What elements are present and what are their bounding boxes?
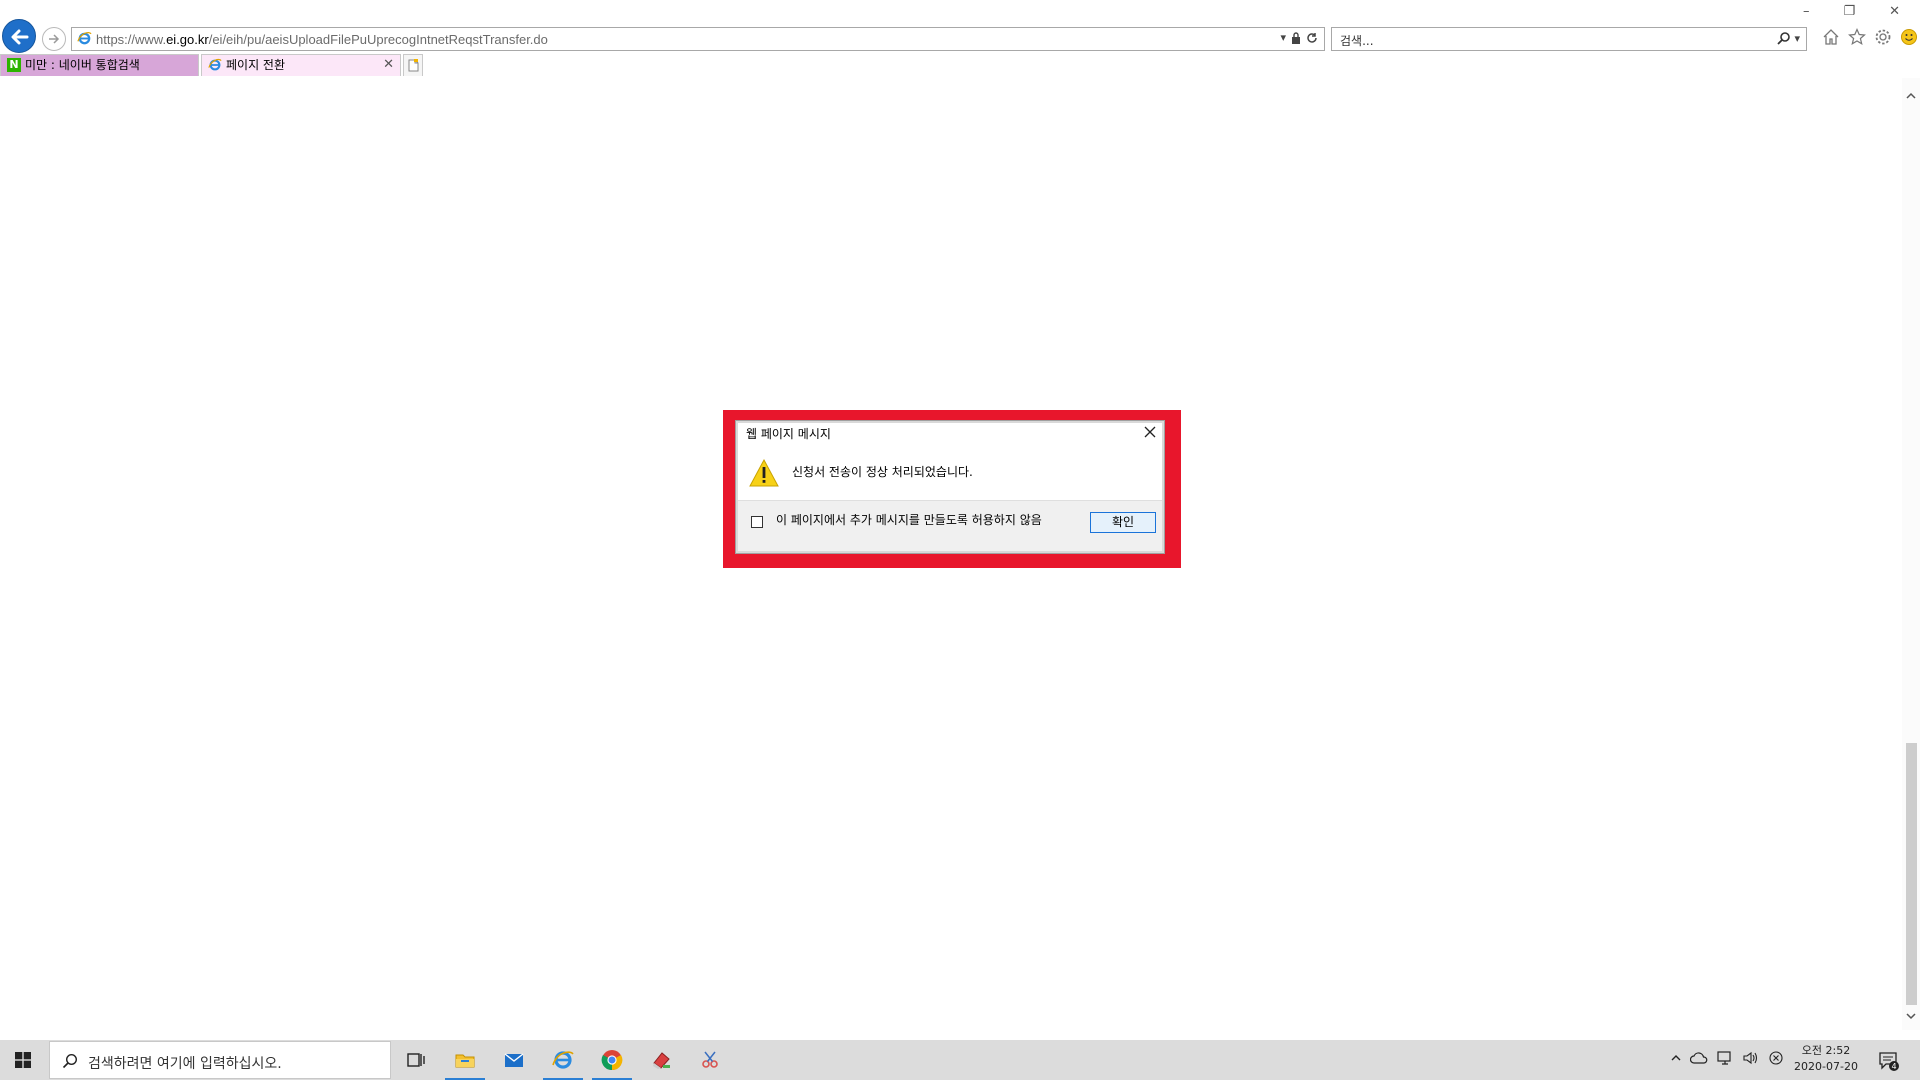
internet-explorer-icon [552, 1051, 574, 1069]
chevron-up-icon[interactable] [1670, 1052, 1682, 1064]
scissors-snip-icon [702, 1051, 718, 1068]
new-tab-button[interactable] [403, 54, 423, 76]
dropdown-arrow-icon[interactable]: ▾ [1280, 31, 1286, 44]
ok-button[interactable]: 확인 [1090, 512, 1156, 533]
home-icon[interactable] [1822, 28, 1840, 46]
taskbar-app-eraser[interactable] [637, 1040, 685, 1080]
suppress-messages-checkbox[interactable] [751, 516, 763, 528]
taskbar-internet-explorer[interactable] [539, 1040, 587, 1080]
lock-icon[interactable] [1291, 31, 1301, 44]
windows-logo-icon [15, 1052, 31, 1068]
taskbar-clock[interactable]: 오전 2:52 2020-07-20 [1790, 1043, 1862, 1075]
url-path: /ei/eih/pu/aeisUploadFilePuUprecogIntnet… [208, 32, 548, 47]
chevron-up-icon[interactable] [1905, 90, 1917, 102]
dialog-message: 신청서 전송이 정상 처리되었습니다. [792, 465, 973, 479]
taskbar-mail[interactable] [490, 1040, 538, 1080]
tab-strip: N 미만 : 네이버 통합검색 페이지 전환 ✕ [0, 54, 1920, 77]
close-icon[interactable] [1142, 424, 1158, 440]
restore-button[interactable]: ❐ [1843, 4, 1855, 19]
dialog-title: 웹 페이지 메시지 [746, 427, 831, 441]
search-icon [62, 1053, 78, 1069]
search-bar[interactable]: 검색... ▾ [1331, 27, 1807, 51]
taskbar: 검색하려면 여기에 입력하십시오. 오전 2:52 2020-07-20 4 [0, 1040, 1920, 1080]
eraser-tool-icon [653, 1052, 670, 1069]
tab-close-button[interactable]: ✕ [383, 55, 394, 75]
taskbar-file-explorer[interactable] [441, 1040, 489, 1080]
minimize-button[interactable]: – [1803, 4, 1810, 19]
action-center-button[interactable]: 4 [1878, 1050, 1900, 1075]
address-bar[interactable]: https://www.ei.go.kr/ei/eih/pu/aeisUploa… [71, 27, 1325, 51]
alert-dialog: 웹 페이지 메시지 신청서 전송이 정상 처리되었습니다. 이 페이지에서 추가… [735, 420, 1165, 554]
tab-page-transition[interactable]: 페이지 전환 ✕ [201, 54, 401, 76]
ie-page-icon [208, 58, 222, 71]
arrow-left-icon [11, 29, 29, 45]
suppress-messages-label[interactable]: 이 페이지에서 추가 메시지를 만들도록 허용하지 않음 [776, 513, 1056, 527]
network-icon[interactable] [1716, 1050, 1734, 1066]
notification-icon: 4 [1879, 1052, 1899, 1071]
taskbar-search-box[interactable]: 검색하려면 여기에 입력하십시오. [49, 1041, 391, 1079]
taskbar-app-snipping[interactable] [686, 1040, 734, 1080]
browser-chrome: https://www.ei.go.kr/ei/eih/pu/aeisUploa… [0, 0, 1920, 78]
warning-icon [749, 458, 779, 487]
arrow-right-icon [49, 34, 60, 44]
refresh-icon[interactable] [1306, 32, 1318, 44]
notification-count: 4 [1891, 1062, 1896, 1071]
task-view-icon [407, 1053, 425, 1067]
favorites-star-icon[interactable] [1848, 28, 1866, 46]
cloud-icon[interactable] [1690, 1051, 1708, 1065]
speaker-volume-icon[interactable] [1742, 1050, 1760, 1066]
back-button[interactable] [2, 19, 36, 53]
tab-label: 페이지 전환 [226, 58, 286, 72]
search-icon[interactable] [1777, 31, 1791, 45]
window-controls: – ❐ ✕ [1803, 4, 1900, 19]
new-tab-icon [408, 59, 419, 72]
naver-logo-icon: N [7, 58, 21, 72]
smiley-feedback-icon[interactable] [1900, 28, 1918, 46]
url-host: ei.go.kr [166, 32, 209, 47]
url-prefix: https://www. [96, 32, 167, 47]
url-text[interactable]: https://www.ei.go.kr/ei/eih/pu/aeisUploa… [96, 32, 548, 47]
vertical-scrollbar[interactable] [1902, 78, 1920, 1030]
clock-date: 2020-07-20 [1794, 1060, 1858, 1073]
chevron-down-icon[interactable] [1905, 1010, 1917, 1022]
search-bar-icons: ▾ [1777, 31, 1800, 45]
chrome-icon [601, 1050, 623, 1071]
start-button[interactable] [0, 1040, 48, 1080]
forward-button[interactable] [42, 27, 66, 51]
address-bar-icons: ▾ [1280, 31, 1318, 44]
taskbar-search-placeholder: 검색하려면 여기에 입력하십시오. [88, 1056, 282, 1072]
dropdown-arrow-icon[interactable]: ▾ [1794, 32, 1800, 45]
taskbar-chrome[interactable] [588, 1040, 636, 1080]
clock-time: 오전 2:52 [1801, 1044, 1851, 1057]
folder-icon [455, 1054, 475, 1068]
browser-toolbar [1822, 28, 1918, 46]
scrollbar-thumb[interactable] [1906, 743, 1917, 1005]
task-view-button[interactable] [392, 1040, 440, 1080]
ie-page-icon [77, 32, 92, 45]
mail-icon [504, 1053, 524, 1067]
close-window-button[interactable]: ✕ [1889, 4, 1900, 19]
system-tray [1670, 1050, 1784, 1066]
dialog-footer: 이 페이지에서 추가 메시지를 만들도록 허용하지 않음 확인 [738, 500, 1162, 551]
gear-icon[interactable] [1874, 28, 1892, 46]
tab-naver-search[interactable]: N 미만 : 네이버 통합검색 [0, 54, 199, 76]
circle-x-status-icon[interactable] [1768, 1050, 1784, 1066]
tab-label: 미만 : 네이버 통합검색 [25, 58, 140, 72]
search-placeholder: 검색... [1340, 34, 1374, 48]
